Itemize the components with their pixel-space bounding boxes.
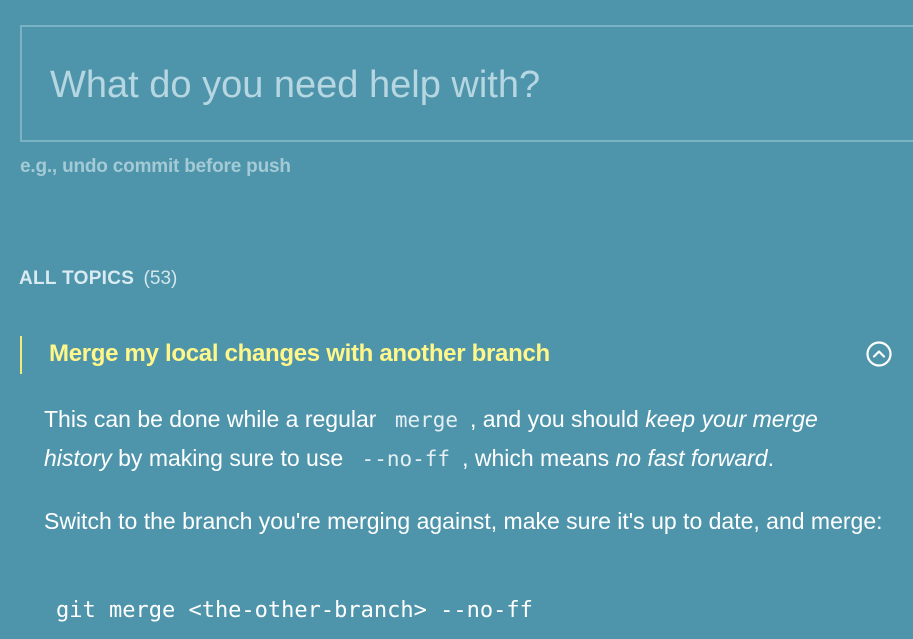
paragraph-merge-history: This can be done while a regular merge, … — [44, 400, 884, 478]
page: e.g., undo commit before push ALL TOPICS… — [0, 0, 913, 639]
text-segment: by making sure to use — [118, 445, 344, 471]
code-block: git merge <the-other-branch> --no-ff — [56, 598, 533, 623]
search-input[interactable] — [50, 57, 870, 113]
topic-item: Merge my local changes with another bran… — [20, 336, 913, 623]
text-segment: . — [767, 445, 774, 471]
paragraph-switch-branch: Switch to the branch you're merging agai… — [44, 508, 883, 534]
emphasis-no-fast-forward: no fast forward — [615, 445, 768, 471]
topic-title[interactable]: Merge my local changes with another bran… — [49, 340, 550, 368]
chevron-up-circle-icon[interactable] — [865, 340, 893, 368]
text-segment: , and you should — [470, 406, 639, 432]
inline-code-merge: merge — [394, 408, 459, 432]
all-topics-label: ALL TOPICS — [19, 268, 135, 289]
search-hint: e.g., undo commit before push — [20, 156, 291, 177]
topic-header[interactable]: Merge my local changes with another bran… — [20, 336, 913, 374]
text-segment: This can be done while a regular — [44, 406, 377, 432]
search-box[interactable] — [20, 25, 913, 142]
all-topics-count: (53) — [143, 268, 178, 289]
all-topics-heading: ALL TOPICS (53) — [19, 268, 177, 290]
text-segment: , which means — [462, 445, 610, 471]
inline-code-no-ff: --no-ff — [361, 447, 451, 471]
topic-body: This can be done while a regular merge, … — [44, 400, 884, 564]
